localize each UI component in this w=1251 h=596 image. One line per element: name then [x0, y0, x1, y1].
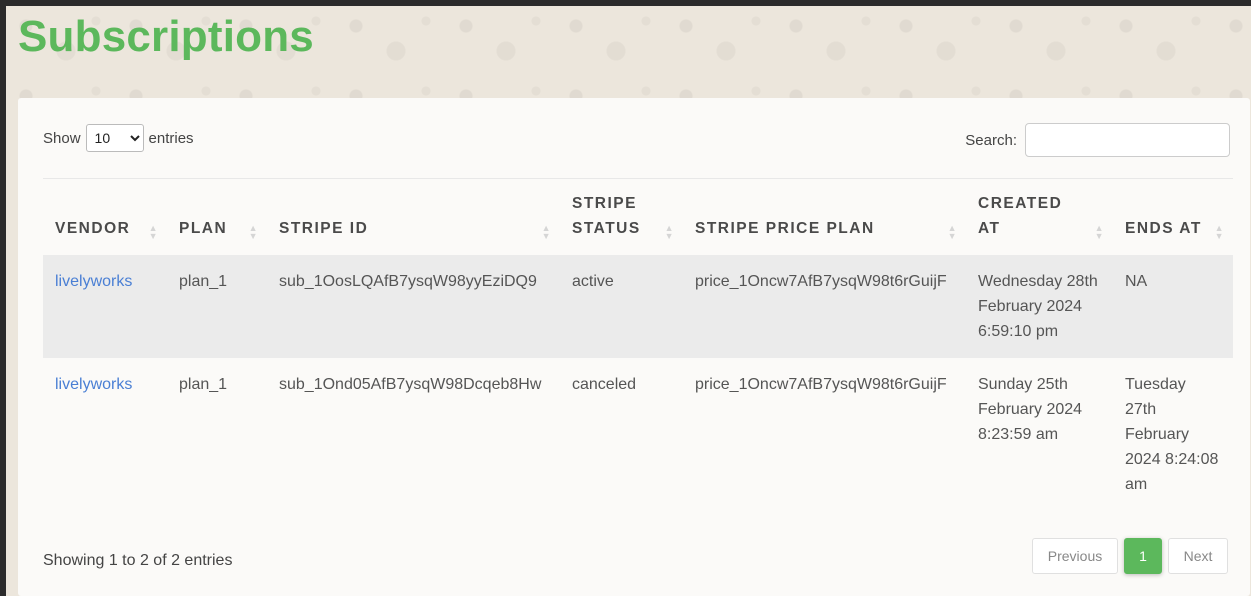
next-button[interactable]: Next	[1168, 538, 1228, 574]
stripe-price-plan-cell: price_1Oncw7AfB7ysqW98t6rGuijF	[695, 273, 947, 290]
header-ends-at[interactable]: ENDS AT ▲ ▼	[1113, 178, 1233, 255]
previous-button[interactable]: Previous	[1032, 538, 1118, 574]
created-at-cell: Sunday 25th February 2024 8:23:59 am	[978, 376, 1083, 443]
header-stripe-status[interactable]: STRIPE STATUS ▲ ▼	[560, 178, 683, 255]
stripe-id-cell: sub_1OosLQAfB7ysqW98yyEziDQ9	[279, 273, 537, 290]
search-label: Search:	[965, 131, 1017, 149]
table-row: livelyworks plan_1 sub_1OosLQAfB7ysqW98y…	[43, 255, 1233, 358]
header-vendor[interactable]: VENDOR ▲ ▼	[43, 178, 167, 255]
header-plan[interactable]: PLAN ▲ ▼	[167, 178, 267, 255]
table-header-row: VENDOR ▲ ▼ PLAN ▲ ▼ STRIPE ID ▲ ▼ STRIPE STATU…	[43, 178, 1233, 255]
entries-length-select[interactable]: 10	[85, 124, 144, 152]
stripe-price-plan-cell: price_1Oncw7AfB7ysqW98t6rGuijF	[695, 376, 947, 393]
header-stripe-id[interactable]: STRIPE ID ▲ ▼	[267, 178, 560, 255]
header-stripe-price-plan[interactable]: STRIPE PRICE PLAN ▲ ▼	[683, 178, 966, 255]
stripe-status-cell: active	[572, 273, 614, 290]
page-title: Subscriptions	[18, 12, 314, 61]
search-input[interactable]	[1025, 123, 1230, 157]
entries-label: entries	[148, 129, 194, 147]
sort-icon: ▲ ▼	[1094, 223, 1105, 241]
subscriptions-table: VENDOR ▲ ▼ PLAN ▲ ▼ STRIPE ID ▲ ▼ STRIPE STATU…	[43, 178, 1233, 511]
table-row: livelyworks plan_1 sub_1Ond05AfB7ysqW98D…	[43, 358, 1233, 511]
page-1-button[interactable]: 1	[1124, 538, 1162, 574]
show-label: Show	[43, 129, 81, 147]
page-background: Subscriptions Show 10 entries Search: VE…	[6, 6, 1251, 596]
stripe-id-cell: sub_1Ond05AfB7ysqW98Dcqeb8Hw	[279, 376, 542, 393]
sort-icon: ▲ ▼	[148, 223, 159, 241]
vendor-link[interactable]: livelyworks	[55, 273, 132, 290]
search-control: Search:	[965, 123, 1230, 157]
plan-cell: plan_1	[179, 376, 228, 393]
table-info: Showing 1 to 2 of 2 entries	[43, 552, 233, 569]
header-created-at[interactable]: CREATED AT ▲ ▼	[966, 178, 1113, 255]
sort-icon: ▲ ▼	[1214, 223, 1225, 241]
pagination: Previous 1 Next	[1032, 538, 1228, 574]
sort-icon: ▲ ▼	[664, 223, 675, 241]
ends-at-cell: Tuesday 27th February 2024 8:24:08 am	[1125, 376, 1219, 493]
sort-icon: ▲ ▼	[248, 223, 259, 241]
subscriptions-card: Show 10 entries Search: VENDOR ▲ ▼ PLAN ▲ ▼ …	[18, 98, 1250, 596]
ends-at-cell: NA	[1125, 273, 1148, 290]
sort-icon: ▲ ▼	[541, 223, 552, 241]
vendor-cell: livelyworks	[43, 255, 167, 358]
created-at-cell: Wednesday 28th February 2024 6:59:10 pm	[978, 273, 1098, 340]
stripe-status-cell: canceled	[572, 376, 637, 393]
entries-length-control: Show 10 entries	[43, 124, 194, 152]
plan-cell: plan_1	[179, 273, 228, 290]
sort-icon: ▲ ▼	[947, 223, 958, 241]
vendor-link[interactable]: livelyworks	[55, 376, 132, 393]
vendor-cell: livelyworks	[43, 358, 167, 511]
